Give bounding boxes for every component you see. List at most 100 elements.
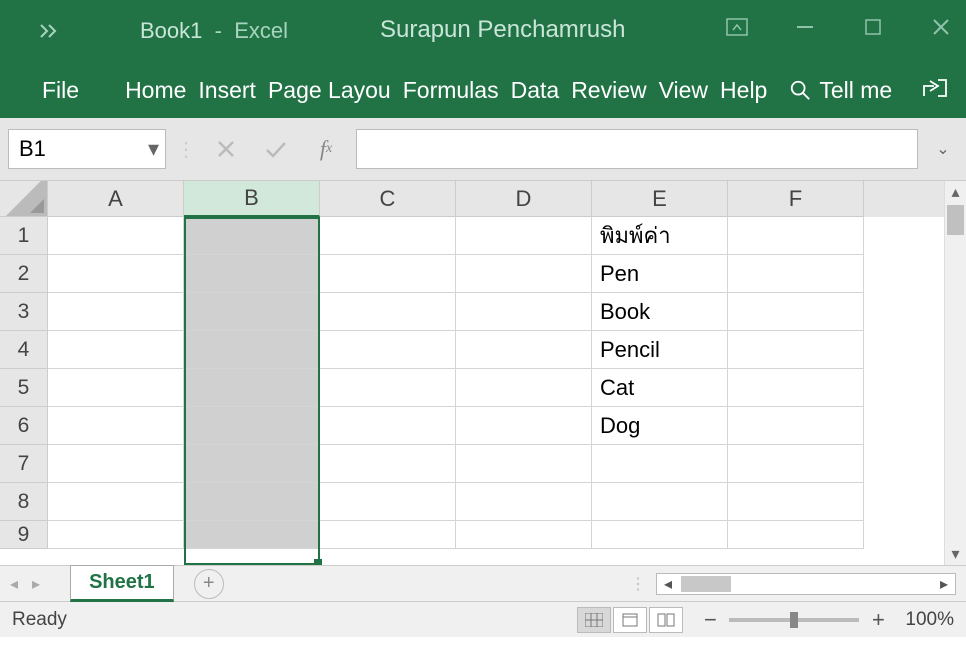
grip-icon[interactable]: ⋮ (630, 574, 644, 594)
cell-E9[interactable] (592, 521, 728, 549)
cell-E8[interactable] (592, 483, 728, 521)
row-header[interactable]: 7 (0, 445, 48, 483)
page-layout-view-button[interactable] (613, 607, 647, 633)
cell-D7[interactable] (456, 445, 592, 483)
sheet-next-icon[interactable]: ▸ (32, 574, 40, 594)
cell-A4[interactable] (48, 331, 184, 369)
cell-C5[interactable] (320, 369, 456, 407)
zoom-out-button[interactable]: − (701, 607, 719, 633)
tab-insert[interactable]: Insert (192, 67, 262, 114)
cell-A1[interactable] (48, 217, 184, 255)
normal-view-button[interactable] (577, 607, 611, 633)
cell-C8[interactable] (320, 483, 456, 521)
tab-formulas[interactable]: Formulas (397, 67, 505, 114)
column-header-E[interactable]: E (592, 181, 728, 217)
cell-A5[interactable] (48, 369, 184, 407)
tab-review[interactable]: Review (565, 67, 652, 114)
tab-file[interactable]: File (36, 67, 85, 114)
ribbon-display-icon[interactable] (722, 12, 752, 42)
cell-C2[interactable] (320, 255, 456, 293)
cell-C7[interactable] (320, 445, 456, 483)
column-header-C[interactable]: C (320, 181, 456, 217)
cell-F2[interactable] (728, 255, 864, 293)
cell-A9[interactable] (48, 521, 184, 549)
vertical-scrollbar[interactable]: ▴ ▾ (944, 181, 966, 565)
scroll-down-icon[interactable]: ▾ (945, 543, 966, 565)
enter-formula-button[interactable] (256, 129, 296, 169)
qat-expand-icon[interactable] (40, 24, 58, 38)
tab-help[interactable]: Help (714, 67, 773, 114)
zoom-in-button[interactable]: + (869, 607, 887, 633)
formula-input[interactable] (356, 129, 918, 169)
cancel-formula-button[interactable] (206, 129, 246, 169)
cell-F6[interactable] (728, 407, 864, 445)
zoom-level[interactable]: 100% (905, 609, 954, 631)
cell-F1[interactable] (728, 217, 864, 255)
scroll-up-icon[interactable]: ▴ (945, 181, 966, 203)
cell-B1[interactable] (184, 217, 320, 255)
column-header-D[interactable]: D (456, 181, 592, 217)
insert-function-button[interactable]: fx (306, 129, 346, 169)
column-header-F[interactable]: F (728, 181, 864, 217)
horizontal-scrollbar[interactable]: ◂ ▸ (656, 573, 956, 595)
row-header[interactable]: 3 (0, 293, 48, 331)
cell-D3[interactable] (456, 293, 592, 331)
cell-A6[interactable] (48, 407, 184, 445)
cell-C6[interactable] (320, 407, 456, 445)
row-header[interactable]: 4 (0, 331, 48, 369)
tab-data[interactable]: Data (505, 67, 566, 114)
cell-E5[interactable]: Cat (592, 369, 728, 407)
scroll-right-icon[interactable]: ▸ (933, 574, 955, 594)
cell-B6[interactable] (184, 407, 320, 445)
tab-view[interactable]: View (653, 67, 714, 114)
cell-E4[interactable]: Pencil (592, 331, 728, 369)
cell-D4[interactable] (456, 331, 592, 369)
cell-E2[interactable]: Pen (592, 255, 728, 293)
row-header[interactable]: 6 (0, 407, 48, 445)
cell-B2[interactable] (184, 255, 320, 293)
cell-E6[interactable]: Dog (592, 407, 728, 445)
tab-home[interactable]: Home (119, 67, 192, 114)
cell-A7[interactable] (48, 445, 184, 483)
sheet-tab-active[interactable]: Sheet1 (70, 565, 174, 602)
cell-D6[interactable] (456, 407, 592, 445)
cell-B4[interactable] (184, 331, 320, 369)
cell-C9[interactable] (320, 521, 456, 549)
add-sheet-button[interactable]: + (194, 569, 224, 599)
scroll-thumb[interactable] (947, 205, 964, 235)
cell-F5[interactable] (728, 369, 864, 407)
cell-B9[interactable] (184, 521, 320, 549)
cell-D9[interactable] (456, 521, 592, 549)
cell-B5[interactable] (184, 369, 320, 407)
tab-page-layout[interactable]: Page Layou (262, 67, 397, 114)
cell-A3[interactable] (48, 293, 184, 331)
cell-B3[interactable] (184, 293, 320, 331)
column-header-A[interactable]: A (48, 181, 184, 217)
row-header[interactable]: 2 (0, 255, 48, 293)
cell-A8[interactable] (48, 483, 184, 521)
cell-D2[interactable] (456, 255, 592, 293)
cell-F4[interactable] (728, 331, 864, 369)
cell-E1[interactable]: พิมพ์ค่า (592, 217, 728, 255)
zoom-slider[interactable] (729, 618, 859, 622)
cell-F8[interactable] (728, 483, 864, 521)
cell-F7[interactable] (728, 445, 864, 483)
cell-B8[interactable] (184, 483, 320, 521)
scroll-left-icon[interactable]: ◂ (657, 574, 679, 594)
sheet-prev-icon[interactable]: ◂ (10, 574, 18, 594)
cell-E3[interactable]: Book (592, 293, 728, 331)
tell-me-search[interactable]: Tell me (783, 67, 898, 114)
row-header[interactable]: 8 (0, 483, 48, 521)
cell-D8[interactable] (456, 483, 592, 521)
name-box[interactable]: B1 ▾ (8, 129, 166, 169)
cell-C4[interactable] (320, 331, 456, 369)
chevron-down-icon[interactable]: ▾ (148, 136, 159, 162)
share-button[interactable] (920, 76, 948, 105)
cell-C1[interactable] (320, 217, 456, 255)
row-header[interactable]: 9 (0, 521, 48, 549)
row-header[interactable]: 1 (0, 217, 48, 255)
cell-E7[interactable] (592, 445, 728, 483)
cell-D1[interactable] (456, 217, 592, 255)
column-header-B[interactable]: B (184, 181, 320, 217)
cell-F9[interactable] (728, 521, 864, 549)
